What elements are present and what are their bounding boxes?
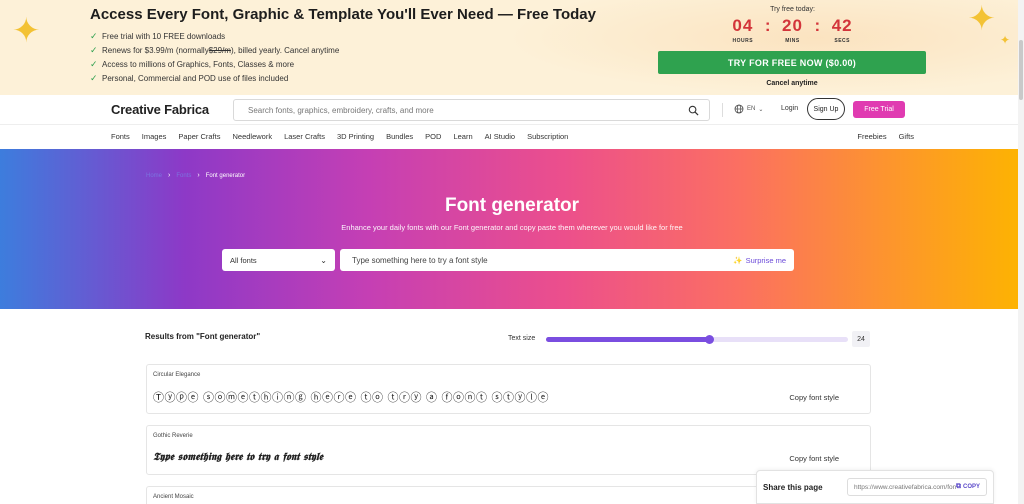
share-url-input[interactable]: [854, 483, 956, 491]
page-title: Font generator: [444, 195, 580, 216]
text-size-label: Text size: [508, 335, 536, 342]
font-style-sample[interactable]: Ⓣⓨⓟⓔ ⓢⓞⓜⓔⓣⓗⓘⓝⓖ ⓗⓔⓡⓔ ⓣⓞ ⓣⓡⓨ ⓐ ⓕⓞⓝⓣ ⓢⓣⓨⓛⓔ: [153, 389, 549, 405]
page-subtitle: Enhance your daily fonts with our Font g…: [341, 223, 683, 232]
timer-secs: 42 SECS: [831, 16, 853, 44]
sparkle-icon: ✦: [967, 0, 997, 38]
nav-item-ai-studio[interactable]: AI Studio: [485, 132, 515, 141]
slider-thumb[interactable]: [705, 335, 715, 344]
category-nav-right: Freebies Gifts: [845, 132, 914, 141]
breadcrumb: Home › Fonts › Font generator: [146, 172, 245, 179]
font-style-name: Ancient Mosaic: [153, 494, 194, 500]
cancel-anytime-label: Cancel anytime: [766, 80, 818, 87]
try-free-button[interactable]: TRY FOR FREE NOW ($0.00): [658, 51, 926, 74]
try-free-label: Try free today:: [770, 6, 815, 13]
header-divider: [722, 103, 723, 117]
chevron-right-icon: ›: [168, 172, 171, 179]
font-style-sample[interactable]: 𝕿𝖞𝖕𝖊 𝖘𝖔𝖒𝖊𝖙𝖍𝖎𝖓𝖌 𝖍𝖊𝖗𝖊 𝖙𝖔 𝖙𝖗𝖞 𝖆 𝖋𝖔𝖓𝖙 𝖘𝖙𝖞𝖑𝖊: [153, 451, 323, 464]
font-style-name: Circular Elegance: [153, 372, 201, 378]
hero-section: Home › Fonts › Font generator Font gener…: [0, 149, 1024, 309]
category-nav-left: Fonts Images Paper Crafts Needlework Las…: [111, 132, 580, 141]
nav-item-freebies[interactable]: Freebies: [857, 132, 886, 141]
promo-benefit: ✓ Personal, Commercial and POD use of fil…: [90, 72, 289, 83]
nav-item-laser-crafts[interactable]: Laser Crafts: [284, 132, 325, 141]
font-result-card[interactable]: Circular Elegance Ⓣⓨⓟⓔ ⓢⓞⓜⓔⓣⓗⓘⓝⓖ ⓗⓔⓡⓔ ⓣⓞ…: [146, 364, 871, 414]
sparkle-icon: ✦: [12, 12, 41, 50]
copy-font-style-button[interactable]: Copy font style: [789, 454, 839, 463]
nav-item-images[interactable]: Images: [142, 132, 167, 141]
promo-benefit: ✓ Free trial with 10 FREE downloads: [90, 30, 226, 41]
sparkle-icon: ✦: [999, 33, 1010, 47]
promo-banner: ✦ ✦ ✦ Access Every Font, Graphic & Templ…: [0, 0, 1024, 95]
nav-item-gifts[interactable]: Gifts: [899, 132, 914, 141]
promo-benefits-list: ✓ Free trial with 10 FREE downloads ✓ Rene…: [90, 29, 339, 85]
timer-hours: 04 HOURS: [732, 16, 754, 44]
sign-up-button[interactable]: Sign Up: [807, 98, 845, 120]
copy-icon: ⧉: [955, 483, 961, 490]
check-icon: ✓: [90, 30, 98, 41]
font-result-card[interactable]: Gothic Reverie 𝕿𝖞𝖕𝖊 𝖘𝖔𝖒𝖊𝖙𝖍𝖎𝖓𝖌 𝖍𝖊𝖗𝖊 𝖙𝖔 𝖙𝖗…: [146, 425, 871, 475]
share-panel: Share this page ⧉ COPY: [756, 470, 994, 504]
promo-title: Access Every Font, Graphic & Template Yo…: [90, 6, 596, 23]
nav-item-needlework[interactable]: Needlework: [232, 132, 272, 141]
nav-item-fonts[interactable]: Fonts: [111, 132, 130, 141]
login-link[interactable]: Login: [781, 105, 798, 112]
surprise-me-button[interactable]: ✨ Surprise me: [733, 256, 786, 265]
scrollbar-thumb[interactable]: [1019, 40, 1023, 100]
search-bar[interactable]: [233, 99, 710, 121]
chevron-right-icon: ›: [197, 172, 200, 179]
language-selector[interactable]: EN ⌄: [734, 104, 763, 114]
chevron-down-icon: ⌄: [758, 106, 764, 113]
font-text-input[interactable]: [352, 255, 734, 265]
check-icon: ✓: [90, 44, 98, 55]
search-icon[interactable]: [688, 105, 699, 116]
nav-item-3d-printing[interactable]: 3D Printing: [337, 132, 374, 141]
share-label: Share this page: [763, 483, 823, 492]
nav-item-bundles[interactable]: Bundles: [386, 132, 413, 141]
nav-item-pod[interactable]: POD: [425, 132, 441, 141]
countdown-timer: Try free today: 04 HOURS : 20 MINS : 42 …: [660, 6, 925, 44]
promo-benefit: ✓ Access to millions of Graphics, Fonts, …: [90, 58, 295, 69]
copy-font-style-button[interactable]: Copy font style: [789, 393, 839, 402]
timer-mins: 20 MINS: [782, 16, 803, 44]
nav-item-paper-crafts[interactable]: Paper Crafts: [178, 132, 220, 141]
font-category-select[interactable]: All fonts ⌄: [222, 249, 335, 271]
check-icon: ✓: [90, 58, 98, 69]
breadcrumb-current: Font generator: [205, 172, 246, 179]
nav-item-learn[interactable]: Learn: [453, 132, 472, 141]
share-url-box[interactable]: ⧉ COPY: [847, 478, 987, 496]
font-style-name: Gothic Reverie: [153, 433, 193, 439]
site-logo[interactable]: Creative Fabrica: [111, 102, 209, 117]
check-icon: ✓: [90, 72, 98, 83]
magic-wand-icon: ✨: [733, 255, 743, 265]
category-nav: Fonts Images Paper Crafts Needlework Las…: [0, 125, 1024, 149]
results-title: Results from "Font generator": [145, 332, 261, 341]
text-size-value: 24: [852, 331, 870, 347]
site-header: Creative Fabrica EN ⌄ Login Sign Up Free…: [0, 95, 1024, 125]
chevron-down-icon: ⌄: [320, 255, 327, 265]
globe-icon: [734, 104, 744, 114]
text-size-slider[interactable]: [546, 335, 848, 344]
page-scrollbar[interactable]: [1018, 0, 1024, 504]
share-copy-button[interactable]: ⧉ COPY: [956, 483, 980, 491]
free-trial-button[interactable]: Free Trial: [853, 101, 905, 118]
font-text-input-wrap[interactable]: ✨ Surprise me: [340, 249, 794, 271]
slider-fill: [546, 337, 710, 342]
breadcrumb-home[interactable]: Home: [146, 173, 162, 179]
search-input[interactable]: [248, 105, 688, 115]
nav-item-subscription[interactable]: Subscription: [527, 132, 568, 141]
breadcrumb-fonts[interactable]: Fonts: [176, 173, 191, 179]
promo-benefit: ✓ Renews for $3.99/m (normally $29/m), bi…: [90, 44, 340, 55]
